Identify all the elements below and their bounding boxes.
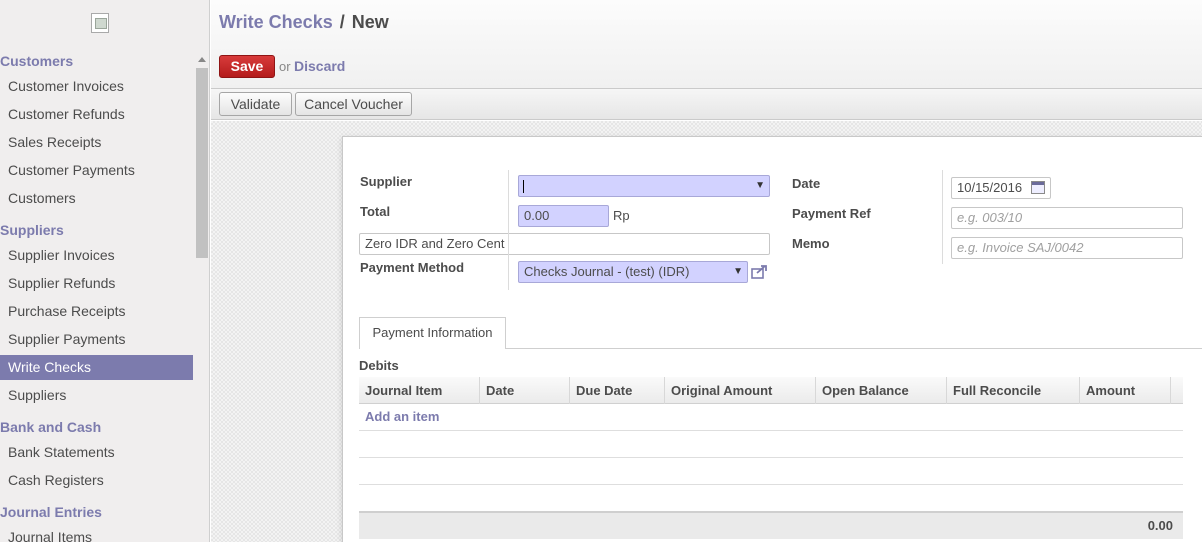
supplier-label: Supplier xyxy=(360,174,413,189)
action-bar: Validate Cancel Voucher xyxy=(211,88,1202,120)
payment-method-value: Checks Journal - (test) (IDR) xyxy=(524,264,690,279)
add-item-link[interactable]: Add an item xyxy=(365,409,439,424)
supplier-select[interactable]: ▼ xyxy=(518,175,770,197)
table-row xyxy=(359,458,1183,485)
validate-button[interactable]: Validate xyxy=(219,92,292,116)
memo-label: Memo xyxy=(792,236,830,251)
company-logo-icon[interactable] xyxy=(91,13,109,33)
cancel-voucher-button[interactable]: Cancel Voucher xyxy=(295,92,412,116)
date-label: Date xyxy=(792,176,821,191)
debits-total: 0.00 xyxy=(1147,518,1173,533)
sidebar-item-sales-receipts[interactable]: Sales Receipts xyxy=(0,130,193,155)
tab-payment-information[interactable]: Payment Information xyxy=(359,317,506,349)
form-header: Write Checks / New Save or Discard Valid… xyxy=(211,0,1202,120)
column-amount[interactable]: Amount xyxy=(1080,377,1171,404)
table-row xyxy=(359,485,1183,512)
table-row xyxy=(359,431,1183,458)
total-label: Total xyxy=(360,204,391,219)
column-due-date[interactable]: Due Date xyxy=(570,377,665,404)
amount-in-words-field[interactable]: Zero IDR and Zero Cent xyxy=(359,233,770,255)
table-footer: 0.00 xyxy=(359,511,1183,539)
payment-method-select[interactable]: Checks Journal - (test) (IDR) ▼ xyxy=(518,261,748,283)
payment-ref-label: Payment Ref xyxy=(792,206,871,221)
total-input[interactable]: 0.00 xyxy=(518,205,609,227)
breadcrumb-current: New xyxy=(351,12,389,32)
sidebar-item-supplier-refunds[interactable]: Supplier Refunds xyxy=(0,271,193,296)
breadcrumb: Write Checks / New xyxy=(219,12,389,33)
sidebar-section-suppliers: Suppliers xyxy=(0,222,64,238)
date-input[interactable]: 10/15/2016 xyxy=(951,177,1051,199)
breadcrumb-parent-link[interactable]: Write Checks xyxy=(219,12,333,32)
sidebar-item-suppliers[interactable]: Suppliers xyxy=(0,383,193,408)
chevron-down-icon[interactable]: ▼ xyxy=(755,176,765,196)
sidebar-item-write-checks[interactable]: Write Checks xyxy=(0,355,193,380)
sidebar-item-customer-payments[interactable]: Customer Payments xyxy=(0,158,193,183)
sidebar-scroll-thumb[interactable] xyxy=(196,68,208,258)
sidebar-item-purchase-receipts[interactable]: Purchase Receipts xyxy=(0,299,193,324)
field-divider xyxy=(942,170,943,264)
sidebar-item-supplier-payments[interactable]: Supplier Payments xyxy=(0,327,193,352)
sidebar-item-cash-registers[interactable]: Cash Registers xyxy=(0,468,193,493)
sidebar-item-bank-statements[interactable]: Bank Statements xyxy=(0,440,193,465)
column-open-balance[interactable]: Open Balance xyxy=(816,377,947,404)
field-divider xyxy=(508,170,509,290)
table-row: Add an item xyxy=(359,404,1183,431)
currency-symbol: Rp xyxy=(613,208,630,223)
scroll-up-arrow-icon[interactable] xyxy=(198,57,206,62)
debits-title: Debits xyxy=(359,358,399,373)
sidebar-item-customers[interactable]: Customers xyxy=(0,186,193,211)
calendar-icon[interactable] xyxy=(1031,181,1045,194)
text-cursor xyxy=(523,180,524,193)
sidebar-item-customer-invoices[interactable]: Customer Invoices xyxy=(0,74,193,99)
date-value: 10/15/2016 xyxy=(957,180,1023,195)
chevron-down-icon[interactable]: ▼ xyxy=(733,262,743,282)
save-button[interactable]: Save xyxy=(219,55,275,78)
breadcrumb-separator: / xyxy=(339,12,345,32)
sidebar-section-customers: Customers xyxy=(0,53,74,69)
external-link-icon[interactable] xyxy=(751,264,768,279)
sidebar-section-journal-entries: Journal Entries xyxy=(0,504,102,520)
table-header: Journal Item Date Due Date Original Amou… xyxy=(359,377,1183,404)
column-date[interactable]: Date xyxy=(480,377,570,404)
payment-method-label: Payment Method xyxy=(360,260,465,275)
memo-input[interactable]: e.g. Invoice SAJ/0042 xyxy=(951,237,1183,259)
column-journal-item[interactable]: Journal Item xyxy=(359,377,480,404)
sidebar-item-customer-refunds[interactable]: Customer Refunds xyxy=(0,102,193,127)
payment-ref-placeholder: e.g. 003/10 xyxy=(957,210,1023,225)
payment-ref-input[interactable]: e.g. 003/10 xyxy=(951,207,1183,229)
sidebar: Customers Customer Invoices Customer Ref… xyxy=(0,0,210,542)
sidebar-item-journal-items[interactable]: Journal Items xyxy=(0,525,193,542)
memo-placeholder: e.g. Invoice SAJ/0042 xyxy=(957,240,1084,255)
discard-link[interactable]: Discard xyxy=(294,58,345,74)
or-text: or xyxy=(279,59,291,74)
sidebar-section-bank-and-cash: Bank and Cash xyxy=(0,419,102,435)
column-full-reconcile[interactable]: Full Reconcile xyxy=(947,377,1080,404)
column-original-amount[interactable]: Original Amount xyxy=(665,377,816,404)
sidebar-item-supplier-invoices[interactable]: Supplier Invoices xyxy=(0,243,193,268)
